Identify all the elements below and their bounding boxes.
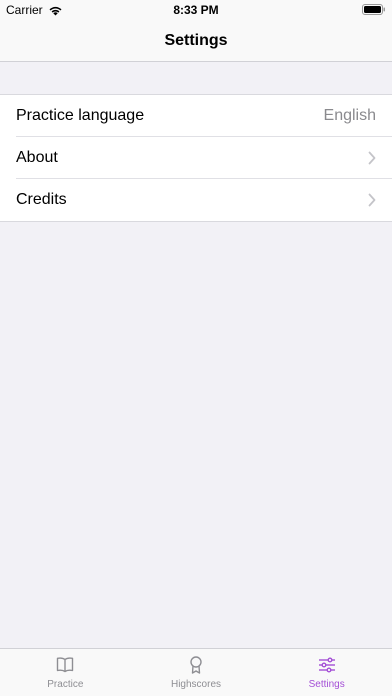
status-time: 8:33 PM <box>173 3 219 17</box>
settings-row-value: English <box>323 107 376 124</box>
tab-settings[interactable]: Settings <box>261 649 392 696</box>
settings-list: Practice language English About Credits <box>0 94 392 222</box>
page-title: Settings <box>164 31 228 49</box>
award-icon <box>190 656 202 674</box>
sliders-icon <box>318 657 335 673</box>
settings-row-about[interactable]: About <box>0 137 392 179</box>
chevron-right-icon <box>368 193 376 207</box>
status-bar: Carrier 8:33 PM <box>0 0 392 20</box>
tab-highscores[interactable]: Highscores <box>131 649 262 696</box>
tab-label: Settings <box>308 679 345 690</box>
tab-bar: Practice Highscores Settings <box>0 648 392 696</box>
settings-row-label: About <box>16 149 58 166</box>
settings-row-label: Practice language <box>16 107 145 124</box>
book-icon <box>57 657 74 673</box>
settings-screen: Carrier 8:33 PM Settings Practice langua… <box>0 0 392 696</box>
tab-label: Practice <box>47 679 84 690</box>
tab-label: Highscores <box>170 679 222 690</box>
settings-row-label: Credits <box>16 191 67 208</box>
navigation-bar: Settings <box>0 20 392 62</box>
battery-icon <box>362 4 386 18</box>
tab-practice[interactable]: Practice <box>0 649 131 696</box>
chevron-right-icon <box>368 151 376 165</box>
settings-row-credits[interactable]: Credits <box>0 179 392 221</box>
settings-row-practice-language[interactable]: Practice language English <box>0 95 392 137</box>
